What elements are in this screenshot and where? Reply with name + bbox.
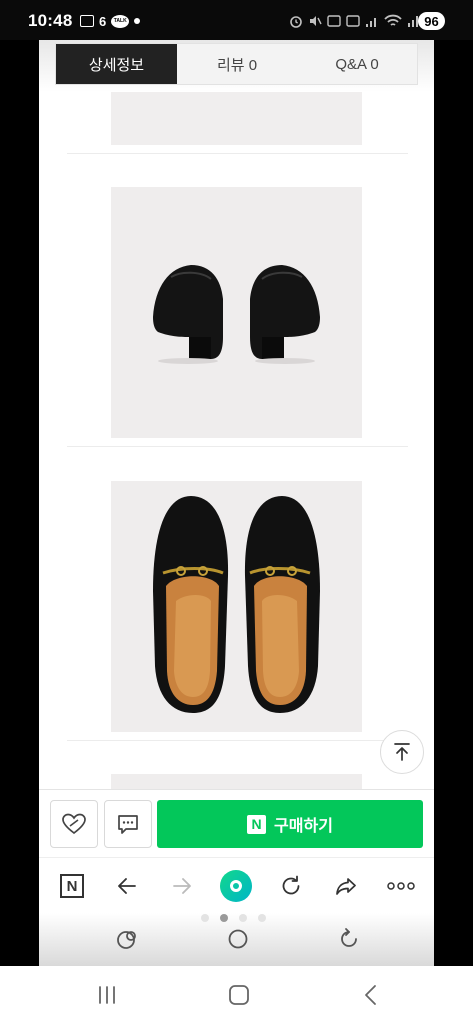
tabs-icon [117, 931, 136, 949]
product-photo-back-view [111, 187, 362, 438]
forward-button[interactable] [166, 870, 198, 902]
divider [67, 446, 408, 447]
more-notifications-dot-icon [134, 18, 141, 24]
naver-button[interactable]: N [56, 870, 88, 902]
battery-level: 96 [418, 12, 445, 30]
page-dot-active [220, 914, 228, 922]
product-photo-top-view [111, 481, 362, 732]
talk-talk-button[interactable] [104, 800, 152, 848]
status-notification-icons: 6 TALK [80, 12, 141, 30]
more-dots-icon [387, 882, 415, 890]
whale-space-button[interactable] [225, 926, 251, 952]
home-square-icon [229, 985, 249, 1005]
refresh-icon [282, 875, 300, 895]
tab-reviews-label: 리뷰 0 [216, 56, 258, 74]
naver-n-icon: N [60, 874, 84, 898]
signal-icon [366, 18, 376, 27]
tab-details[interactable]: 상세정보 [56, 44, 177, 84]
recent-apps-button[interactable] [92, 980, 122, 1010]
naver-pay-n-icon: N [247, 814, 267, 834]
page-dot [258, 914, 266, 922]
loafers-top-view-icon [153, 496, 320, 713]
right-dim-area [434, 40, 473, 966]
wishlist-button[interactable] [50, 800, 98, 848]
page-dot [239, 914, 247, 922]
back-nav-button[interactable] [356, 980, 386, 1010]
home-nav-button[interactable] [224, 980, 254, 1010]
refresh-button[interactable] [275, 870, 307, 902]
share-arrow-icon [336, 878, 356, 895]
heart-icon [62, 813, 86, 835]
purchase-bar: N 구매하기 [39, 789, 434, 857]
whale-home-icon [220, 870, 252, 902]
browser-toolbar: N [39, 857, 434, 913]
status-system-icons [289, 12, 421, 30]
wifi-icon [384, 14, 402, 26]
chat-bubble-icon [118, 815, 138, 834]
close-button[interactable] [66, 104, 90, 128]
tab-qna[interactable]: Q&A 0 [297, 44, 417, 84]
alarm-icon [290, 16, 302, 28]
tab-reviews[interactable]: 리뷰 0 [177, 44, 297, 84]
back-button[interactable] [111, 870, 143, 902]
divider [67, 153, 408, 154]
hd-volte-icon [327, 15, 341, 27]
arrow-right-icon [173, 878, 191, 894]
buy-button-label: 구매하기 [274, 818, 333, 835]
status-bar: 10:48 6 TALK 96 [0, 0, 473, 40]
home-button[interactable] [220, 870, 252, 902]
product-photo-partial-top [111, 92, 362, 145]
status-time: 10:48 [28, 11, 73, 30]
circle-icon [228, 929, 248, 949]
tab-switcher-button[interactable] [114, 926, 140, 952]
screenshot-icon [80, 15, 94, 27]
reload-gesture-button[interactable] [336, 926, 362, 952]
detail-tabs: 상세정보 리뷰 0 Q&A 0 [55, 43, 418, 85]
arrow-up-to-top-icon [394, 743, 410, 761]
share-button[interactable] [330, 870, 362, 902]
tab-details-label: 상세정보 [88, 56, 145, 74]
tab-qna-label: Q&A 0 [335, 55, 379, 73]
more-button[interactable] [385, 870, 417, 902]
page-dot [201, 914, 209, 922]
recent-apps-icon [99, 986, 115, 1004]
rotate-icon [341, 928, 357, 947]
loafers-back-view-icon [153, 265, 320, 364]
page-indicator [201, 914, 266, 922]
left-dim-area [0, 40, 39, 966]
scroll-to-top-button[interactable] [380, 730, 424, 774]
arrow-left-icon [118, 878, 136, 894]
close-icon [67, 105, 89, 127]
5g-icon [346, 15, 360, 27]
mute-icon [310, 16, 322, 26]
product-detail-webview: 상세정보 리뷰 0 Q&A 0 N 구매하기 N [39, 40, 434, 966]
buy-button[interactable]: N 구매하기 [157, 800, 423, 848]
chevron-left-icon [365, 985, 376, 1005]
notification-count: 6 [99, 13, 107, 29]
android-navigation-bar [0, 966, 473, 1024]
divider [67, 740, 408, 741]
kakaotalk-icon: TALK [111, 14, 130, 28]
